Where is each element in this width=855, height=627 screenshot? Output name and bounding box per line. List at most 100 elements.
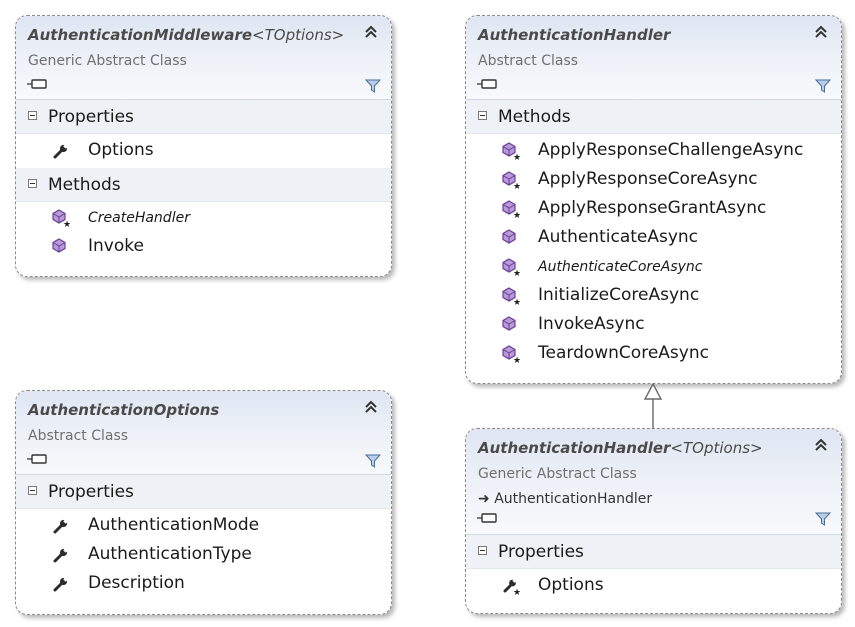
member-name: Options — [88, 140, 154, 160]
section-properties: Properties — [16, 475, 391, 509]
collapse-section-toggle[interactable] — [478, 546, 487, 555]
member-row[interactable]: ★ AuthenticateCoreAsync — [466, 252, 841, 281]
inheritance-arrowhead-icon — [643, 383, 663, 400]
collapse-chevron-icon[interactable] — [363, 399, 379, 415]
class-shape-authentication-handler[interactable]: AuthenticationHandler Abstract Class Met… — [465, 15, 842, 384]
member-row[interactable]: InvokeAsync — [466, 310, 841, 339]
protected-method-icon: ★ — [502, 345, 520, 363]
collapse-chevron-icon[interactable] — [363, 24, 379, 40]
member-name: ApplyResponseGrantAsync — [538, 198, 767, 218]
section-methods: Methods — [466, 100, 841, 134]
collapse-section-toggle[interactable] — [28, 179, 37, 188]
class-shape-authentication-options[interactable]: AuthenticationOptions Abstract Class Pro… — [15, 390, 392, 615]
filter-icon[interactable] — [365, 453, 381, 469]
member-name: CreateHandler — [88, 210, 190, 226]
collapse-section-toggle[interactable] — [28, 486, 37, 495]
member-name: ApplyResponseCoreAsync — [538, 169, 758, 189]
filter-icon[interactable] — [815, 78, 831, 94]
member-row[interactable]: ★ Options — [466, 571, 841, 600]
svg-text:★: ★ — [513, 211, 520, 218]
member-name: InitializeCoreAsync — [538, 285, 700, 305]
protected-method-icon: ★ — [52, 209, 70, 227]
collapse-section-toggle[interactable] — [478, 111, 487, 120]
member-name: AuthenticationMode — [88, 515, 260, 535]
member-row[interactable]: Invoke — [16, 232, 391, 261]
svg-text:★: ★ — [513, 153, 520, 160]
member-row[interactable]: Options — [16, 136, 391, 165]
member-name: AuthenticateAsync — [538, 227, 699, 247]
section-label: Methods — [498, 107, 571, 127]
method-icon — [502, 229, 516, 244]
class-header: AuthenticationOptions Abstract Class — [16, 391, 391, 475]
class-header: AuthenticationMiddleware<TOptions> Gener… — [16, 16, 391, 100]
member-name: InvokeAsync — [538, 314, 645, 334]
member-row[interactable]: ★ ApplyResponseGrantAsync — [466, 194, 841, 223]
member-name: Invoke — [88, 236, 144, 256]
expand-details-icon[interactable] — [476, 513, 498, 523]
section-label: Properties — [48, 482, 134, 502]
inheritance-connector[interactable] — [640, 383, 666, 430]
section-label: Properties — [498, 542, 584, 562]
class-kind: Generic Abstract Class — [28, 53, 187, 69]
class-shape-authentication-handler-generic[interactable]: AuthenticationHandler<TOptions> Generic … — [465, 428, 842, 614]
expand-details-icon[interactable] — [26, 79, 48, 89]
svg-text:★: ★ — [513, 182, 520, 189]
member-row[interactable]: ★ TeardownCoreAsync — [466, 339, 841, 368]
member-name: Options — [538, 575, 604, 595]
section-label: Properties — [48, 107, 134, 127]
class-title: AuthenticationOptions — [28, 401, 219, 419]
section-methods: Methods — [16, 168, 391, 202]
section-label: Methods — [48, 175, 121, 195]
class-title: AuthenticationHandler<TOptions> — [478, 439, 763, 457]
class-header: AuthenticationHandler Abstract Class — [466, 16, 841, 100]
method-icon — [52, 238, 66, 253]
svg-text:★: ★ — [63, 220, 70, 227]
member-row[interactable]: ★ ApplyResponseChallengeAsync — [466, 136, 841, 165]
svg-text:★: ★ — [513, 588, 520, 595]
expand-details-icon[interactable] — [26, 454, 48, 464]
member-name: TeardownCoreAsync — [538, 343, 709, 363]
class-kind: Abstract Class — [478, 53, 579, 69]
class-kind: Generic Abstract Class — [478, 466, 637, 482]
base-class-name: AuthenticationHandler — [494, 491, 653, 507]
base-class: ➜ AuthenticationHandler — [478, 491, 652, 507]
class-name: AuthenticationMiddleware — [28, 26, 253, 44]
protected-method-icon: ★ — [502, 142, 520, 160]
member-row[interactable]: ★ CreateHandler — [16, 203, 391, 232]
protected-property-icon: ★ — [503, 578, 520, 595]
member-row[interactable]: AuthenticationMode — [16, 511, 391, 540]
member-row[interactable]: Description — [16, 569, 391, 598]
member-name: AuthenticateCoreAsync — [538, 259, 703, 275]
class-name: AuthenticationOptions — [28, 401, 220, 419]
class-kind: Abstract Class — [28, 428, 129, 444]
svg-text:★: ★ — [513, 298, 520, 305]
expand-details-icon[interactable] — [476, 79, 498, 89]
class-name: AuthenticationHandler — [478, 26, 671, 44]
class-title: AuthenticationMiddleware<TOptions> — [28, 26, 344, 44]
member-name: AuthenticationType — [88, 544, 252, 564]
filter-icon[interactable] — [815, 511, 831, 527]
protected-method-icon: ★ — [502, 200, 520, 218]
protected-method-icon: ★ — [502, 171, 520, 189]
section-properties: Properties — [16, 100, 391, 134]
member-row[interactable]: AuthenticationType — [16, 540, 391, 569]
member-row[interactable]: AuthenticateAsync — [466, 223, 841, 252]
collapse-section-toggle[interactable] — [28, 111, 37, 120]
member-row[interactable]: ★ ApplyResponseCoreAsync — [466, 165, 841, 194]
class-shape-authentication-middleware[interactable]: AuthenticationMiddleware<TOptions> Gener… — [15, 15, 392, 277]
svg-text:★: ★ — [513, 356, 520, 363]
member-name: ApplyResponseChallengeAsync — [538, 140, 804, 160]
svg-text:★: ★ — [513, 269, 520, 276]
wrench-property-icon — [53, 143, 69, 159]
collapse-chevron-icon[interactable] — [813, 24, 829, 40]
wrench-property-icon — [53, 518, 69, 534]
wrench-property-icon — [53, 547, 69, 563]
collapse-chevron-icon[interactable] — [813, 437, 829, 453]
class-header: AuthenticationHandler<TOptions> Generic … — [466, 429, 841, 535]
section-properties: Properties — [466, 535, 841, 569]
member-row[interactable]: ★ InitializeCoreAsync — [466, 281, 841, 310]
filter-icon[interactable] — [365, 78, 381, 94]
type-parameters: <TOptions> — [670, 439, 763, 457]
wrench-property-icon — [53, 576, 69, 592]
member-name: Description — [88, 573, 185, 593]
